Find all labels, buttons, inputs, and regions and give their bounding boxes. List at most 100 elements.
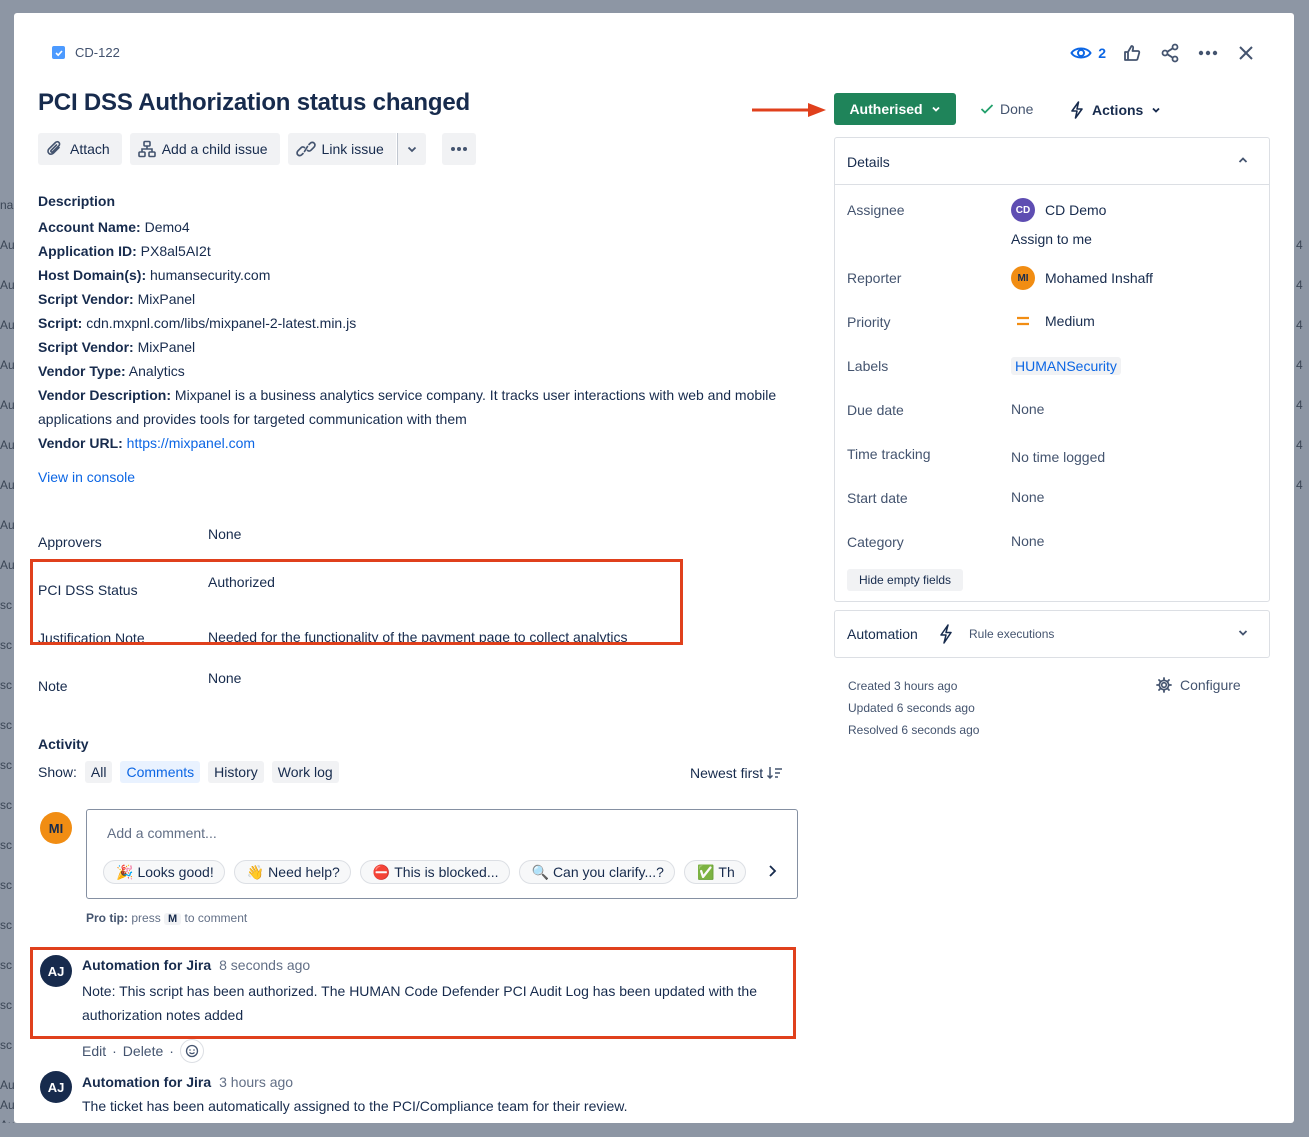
quick-reply-clarify[interactable]: 🔍 Can you clarify...? xyxy=(518,860,675,884)
description-heading: Description xyxy=(38,193,116,209)
quick-reply-looks-good[interactable]: 🎉 Looks good! xyxy=(103,860,225,884)
labels-value[interactable]: HUMANSecurity xyxy=(1011,357,1121,375)
status-dropdown[interactable]: Autherised xyxy=(834,93,956,125)
attach-button[interactable]: Attach xyxy=(38,133,122,165)
quick-reply-need-help[interactable]: 👋 Need help? xyxy=(233,860,351,884)
description-row: Vendor Description: Mixpanel is a busine… xyxy=(38,383,778,431)
bg-fragment: 4 xyxy=(1296,398,1303,412)
comment-placeholder: Add a comment... xyxy=(107,825,217,841)
sort-label: Newest first xyxy=(690,765,764,781)
sort-order-button[interactable]: Newest first xyxy=(690,765,783,781)
details-header[interactable]: Details xyxy=(835,138,1269,185)
filter-work-log[interactable]: Work log xyxy=(271,761,339,783)
field-key: Script: xyxy=(38,315,83,331)
filter-comments[interactable]: Comments xyxy=(120,761,201,783)
configure-button[interactable]: Configure xyxy=(1156,677,1241,693)
bg-fragment: 4 xyxy=(1296,318,1303,332)
separator-dot: · xyxy=(169,1043,174,1059)
party-icon: 🎉 xyxy=(116,863,134,880)
time-tracking-value[interactable]: No time logged xyxy=(1011,449,1105,465)
comment-author[interactable]: Automation for Jira xyxy=(82,1074,211,1090)
done-transition-button[interactable]: Done xyxy=(980,101,1033,117)
link-icon xyxy=(295,141,316,157)
quick-reply-text: Need help? xyxy=(268,864,340,880)
comment-author[interactable]: Automation for Jira xyxy=(82,957,211,973)
quick-reply-thanks[interactable]: ✅ Th xyxy=(683,860,746,884)
vendor-url-link[interactable]: https://mixpanel.com xyxy=(127,435,255,451)
bg-fragment: Au xyxy=(0,478,15,492)
category-label: Category xyxy=(847,534,904,550)
no-entry-icon: ⛔ xyxy=(372,863,391,880)
watch-button[interactable]: 2 xyxy=(1070,45,1106,61)
link-issue-dropdown[interactable] xyxy=(396,133,426,165)
quick-reply-text: This is blocked... xyxy=(394,864,499,880)
chevron-down-icon xyxy=(931,106,940,112)
link-issue-button[interactable]: Link issue xyxy=(287,133,396,165)
watchers-count: 2 xyxy=(1098,45,1106,61)
description-body[interactable]: Account Name: Demo4 Application ID: PX8a… xyxy=(38,215,778,455)
start-date-value[interactable]: None xyxy=(1011,489,1044,505)
bg-fragment: Au xyxy=(0,358,15,372)
filter-all[interactable]: All xyxy=(84,761,113,783)
sort-icon xyxy=(767,767,783,780)
comment-body: Note: This script has been authorized. T… xyxy=(82,983,757,1023)
field-key: Host Domain(s): xyxy=(38,267,147,283)
category-value[interactable]: None xyxy=(1011,533,1044,549)
add-child-label: Add a child issue xyxy=(161,141,268,157)
bg-fragment: sc xyxy=(0,1038,12,1052)
actions-label: Actions xyxy=(1092,102,1144,118)
chevron-up-icon xyxy=(1238,157,1248,163)
reporter-value[interactable]: MI Mohamed Inshaff xyxy=(1011,266,1153,290)
note-value[interactable]: None xyxy=(208,670,241,686)
close-icon xyxy=(1239,46,1253,60)
toolbar-more-button[interactable] xyxy=(441,133,476,165)
like-button[interactable] xyxy=(1120,41,1144,65)
share-button[interactable] xyxy=(1158,41,1182,65)
actions-dropdown[interactable]: Actions xyxy=(1070,101,1161,119)
priority-text: Medium xyxy=(1045,313,1095,329)
issue-modal: CD-122 2 PCI DSS Authorization status ch… xyxy=(14,13,1294,1123)
quick-reply-blocked[interactable]: ⛔ This is blocked... xyxy=(359,860,510,884)
smiley-add-icon xyxy=(185,1044,199,1058)
comment-body: The ticket has been automatically assign… xyxy=(82,1098,628,1114)
filter-history[interactable]: History xyxy=(208,761,264,783)
bg-fragment: Au xyxy=(0,318,15,332)
description-row: Application ID: PX8al5AI2t xyxy=(38,239,778,263)
comment-item: Automation for Jira 8 seconds ago Note: T… xyxy=(82,957,782,1027)
share-icon xyxy=(1161,43,1179,63)
keyboard-key: M xyxy=(164,913,182,925)
priority-value[interactable]: Medium xyxy=(1011,313,1095,329)
description-row: Host Domain(s): humansecurity.com xyxy=(38,263,778,287)
bg-fragment: 4 xyxy=(1296,238,1303,252)
assign-to-me-link[interactable]: Assign to me xyxy=(1011,231,1092,247)
add-reaction-button[interactable] xyxy=(179,1039,204,1063)
issue-title[interactable]: PCI DSS Authorization status changed xyxy=(38,89,470,117)
issue-key-breadcrumb[interactable]: CD-122 xyxy=(52,45,120,60)
gear-icon xyxy=(1156,677,1172,693)
bg-fragment: Au xyxy=(0,1078,15,1092)
more-icon xyxy=(1198,50,1218,56)
chevron-right-icon[interactable] xyxy=(767,864,777,878)
approvers-value[interactable]: None xyxy=(208,526,241,542)
delete-comment-link[interactable]: Delete xyxy=(123,1043,163,1059)
approvers-label: Approvers xyxy=(38,534,102,550)
bg-fragment: Au xyxy=(0,518,15,532)
attach-label: Attach xyxy=(70,141,110,157)
label-tag[interactable]: HUMANSecurity xyxy=(1011,357,1121,375)
show-label: Show: xyxy=(38,764,77,780)
edit-comment-link[interactable]: Edit xyxy=(82,1043,106,1059)
add-child-issue-button[interactable]: Add a child issue xyxy=(129,133,280,165)
automation-panel[interactable]: Automation Rule executions xyxy=(834,610,1270,658)
due-date-label: Due date xyxy=(847,402,904,418)
hide-empty-fields-button[interactable]: Hide empty fields xyxy=(847,569,964,591)
due-date-value[interactable]: None xyxy=(1011,401,1044,417)
field-key: Script Vendor: xyxy=(38,339,134,355)
chevron-down-icon xyxy=(1238,630,1248,636)
assignee-value[interactable]: CD CD Demo xyxy=(1011,198,1106,222)
description-row: Script: cdn.mxpnl.com/libs/mixpanel-2-la… xyxy=(38,311,778,335)
close-button[interactable] xyxy=(1234,41,1258,65)
quick-reply-text: Th xyxy=(718,864,735,880)
comment-editor[interactable]: Add a comment... 🎉 Looks good! 👋 Need help… xyxy=(86,809,798,899)
view-in-console-link[interactable]: View in console xyxy=(38,469,135,485)
more-actions-button[interactable] xyxy=(1196,41,1220,65)
